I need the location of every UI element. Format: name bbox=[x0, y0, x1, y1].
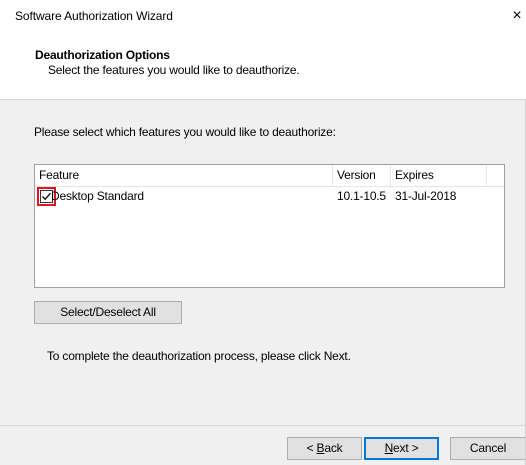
instruction-label: Please select which features you would l… bbox=[34, 125, 336, 139]
feature-version: 10.1-10.5 bbox=[337, 189, 386, 203]
next-mnemonic: N bbox=[384, 441, 394, 455]
footer-divider bbox=[0, 425, 526, 426]
list-header: Feature Version Expires bbox=[35, 165, 504, 187]
column-header-feature[interactable]: Feature bbox=[35, 165, 333, 186]
wizard-window: Software Authorization Wizard × Deauthor… bbox=[0, 0, 526, 465]
column-header-version[interactable]: Version bbox=[333, 165, 391, 186]
page-subtitle: Select the features you would like to de… bbox=[48, 63, 300, 77]
feature-expires: 31-Jul-2018 bbox=[395, 189, 457, 203]
page-title: Deauthorization Options bbox=[35, 48, 170, 62]
completion-instruction: To complete the deauthorization process,… bbox=[47, 349, 351, 363]
title-bar: Software Authorization Wizard × bbox=[0, 0, 526, 31]
feature-name: Desktop Standard bbox=[51, 189, 144, 203]
wizard-header: Deauthorization Options Select the featu… bbox=[0, 31, 526, 100]
back-prefix: < bbox=[306, 441, 317, 455]
next-button[interactable]: Next > bbox=[364, 437, 439, 460]
back-label: ack bbox=[324, 441, 343, 455]
cancel-button[interactable]: Cancel bbox=[450, 437, 525, 460]
column-header-expires[interactable]: Expires bbox=[391, 165, 487, 186]
next-label: ext > bbox=[393, 441, 419, 455]
feature-list[interactable]: Feature Version Expires Desktop Standard… bbox=[34, 164, 505, 288]
select-deselect-all-button[interactable]: Select/Deselect All bbox=[34, 301, 182, 324]
list-row[interactable]: Desktop Standard 10.1-10.5 31-Jul-2018 bbox=[35, 187, 504, 207]
back-button[interactable]: < Back bbox=[287, 437, 362, 460]
window-title: Software Authorization Wizard bbox=[15, 9, 173, 23]
close-icon[interactable]: × bbox=[508, 4, 526, 28]
